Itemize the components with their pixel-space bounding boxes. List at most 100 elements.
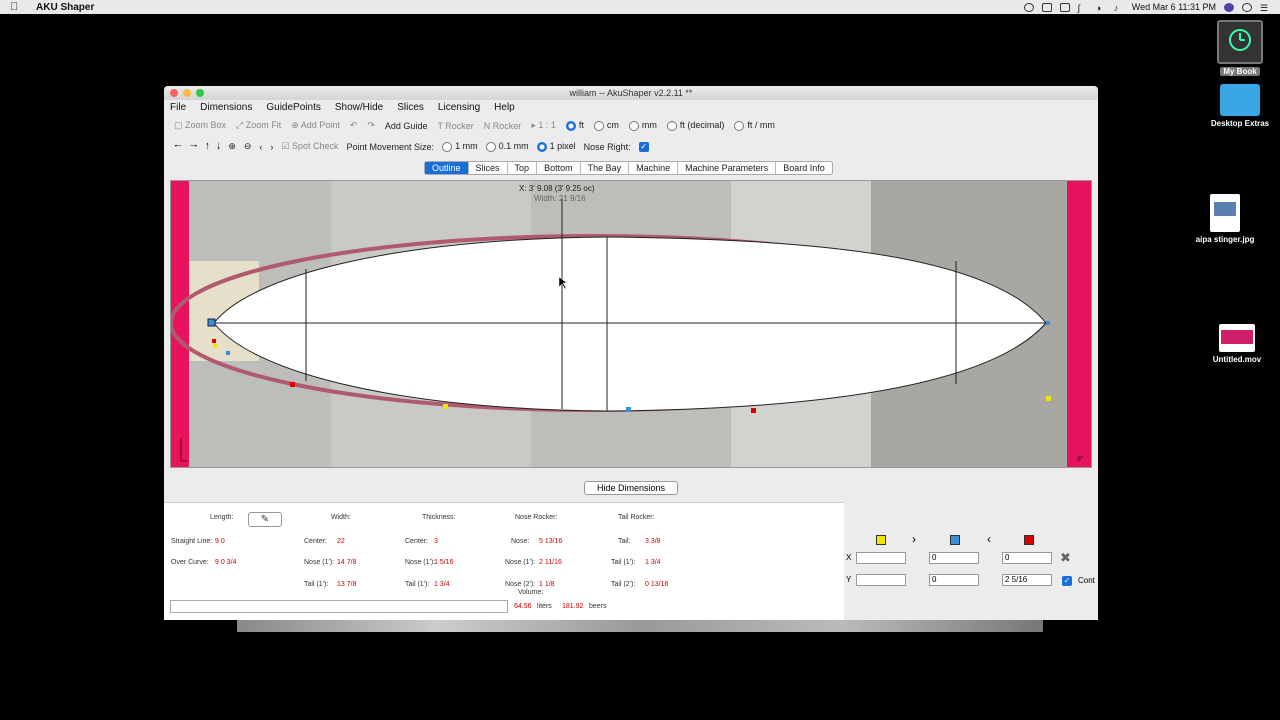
close-button[interactable]	[170, 89, 178, 97]
spotlight-icon[interactable]	[1242, 2, 1252, 12]
width-tail-value: 13 7/8	[337, 581, 357, 588]
nose-right-checkbox[interactable]: ✓	[638, 141, 649, 152]
size-1pixel-radio[interactable]: 1 pixel	[536, 141, 576, 152]
scale-button[interactable]: ▸ 1 : 1	[531, 120, 556, 131]
control-point-yellow[interactable]	[443, 404, 448, 409]
arrow-left-icon[interactable]: 🠐	[174, 139, 182, 155]
menu-guidepoints[interactable]: GuidePoints	[266, 102, 320, 113]
unit-ft-mm-radio[interactable]: ft / mm	[734, 120, 775, 131]
chevron-left-icon[interactable]: ‹	[259, 142, 262, 152]
width-center-label: Center:	[304, 538, 327, 545]
y-field-yellow[interactable]	[856, 574, 906, 586]
right-guide-bar[interactable]	[1067, 181, 1092, 468]
tab-top[interactable]: Top	[508, 162, 538, 174]
outline-drawing[interactable]	[171, 181, 1092, 468]
clear-x-icon[interactable]: ✖	[1060, 550, 1071, 566]
menu-slices[interactable]: Slices	[397, 102, 424, 113]
arrow-down-icon[interactable]: 🠓	[217, 139, 220, 155]
menu-dimensions[interactable]: Dimensions	[200, 102, 252, 113]
notification-center-icon[interactable]: ☰	[1260, 3, 1270, 13]
window-titlebar[interactable]: william -- AkuShaper v2.2.11 **	[164, 86, 1098, 100]
undo-icon[interactable]: ↶	[350, 120, 358, 131]
add-point-button[interactable]: ⊕ Add Point	[291, 120, 340, 131]
width-center-value: 22	[337, 538, 345, 545]
menu-licensing[interactable]: Licensing	[438, 102, 480, 113]
x-field-red[interactable]: 0	[1002, 552, 1052, 564]
zoom-in-icon[interactable]: ⊕	[228, 141, 236, 152]
outline-canvas[interactable]: X: 3' 9.08 (3' 9.25 oc) Width: 21 9/16 8…	[170, 180, 1092, 468]
chevron-right-icon[interactable]: ›	[912, 532, 916, 546]
chevron-right-icon[interactable]: ›	[270, 142, 273, 152]
zoom-out-icon[interactable]: ⊖	[244, 141, 252, 152]
width-nose-value: 14 7/8	[337, 559, 357, 566]
continuous-checkbox[interactable]: ✓	[1062, 576, 1072, 586]
spot-check-button[interactable]: ☑ Spot Check	[281, 141, 338, 152]
volume-icon[interactable]: ♪	[1114, 3, 1124, 13]
control-point-yellow[interactable]	[213, 344, 217, 348]
app-name[interactable]: AKU Shaper	[36, 2, 94, 13]
tab-machine-parameters[interactable]: Machine Parameters	[678, 162, 777, 174]
control-point-blue[interactable]	[1046, 321, 1050, 325]
control-point-blue[interactable]	[226, 351, 230, 355]
zoom-button[interactable]	[196, 89, 204, 97]
zoom-fit-button[interactable]: ⤢ Zoom Fit	[236, 120, 281, 131]
siri-icon[interactable]	[1224, 2, 1234, 12]
chevron-left-icon[interactable]: ‹	[987, 532, 991, 546]
control-point-blue[interactable]	[207, 318, 216, 327]
tab-slices[interactable]: Slices	[469, 162, 508, 174]
tools-icon[interactable]	[1041, 2, 1052, 12]
size-01mm-radio[interactable]: 0.1 mm	[485, 141, 529, 152]
minimize-button[interactable]	[183, 89, 191, 97]
tab-machine[interactable]: Machine	[629, 162, 679, 174]
control-point-blue[interactable]	[626, 407, 631, 412]
desktop-item-my-book[interactable]: My Book	[1214, 20, 1266, 76]
unit-ft-decimal-radio[interactable]: ft (decimal)	[666, 120, 724, 131]
desktop-item-untitled-mov[interactable]: Untitled.mov	[1202, 324, 1272, 364]
y-field-blue[interactable]: 0	[929, 574, 979, 586]
size-1mm-label: 1 mm	[455, 141, 478, 152]
bluetooth-icon[interactable]: ∫	[1078, 3, 1088, 13]
control-point-red[interactable]	[290, 382, 295, 387]
x-field-blue[interactable]: 0	[929, 552, 979, 564]
apple-icon[interactable]: 	[10, 1, 28, 13]
yellow-point-swatch[interactable]	[876, 535, 886, 545]
display-icon[interactable]	[1059, 2, 1070, 12]
record-icon[interactable]	[1023, 2, 1034, 12]
tab-outline[interactable]: Outline	[425, 162, 469, 174]
unit-cm-radio[interactable]: cm	[593, 120, 619, 131]
notes-input[interactable]	[170, 600, 508, 613]
desktop-item-desktop-extras[interactable]: Desktop Extras	[1205, 84, 1275, 128]
menu-help[interactable]: Help	[494, 102, 515, 113]
tab-bottom[interactable]: Bottom	[537, 162, 581, 174]
menu-show-hide[interactable]: Show/Hide	[335, 102, 383, 113]
add-guide-button[interactable]: Add Guide	[385, 121, 428, 131]
unit-mm-radio[interactable]: mm	[628, 120, 657, 131]
x-field-yellow[interactable]	[856, 552, 906, 564]
unit-ft-radio[interactable]: ft	[565, 120, 584, 131]
control-point-red[interactable]	[212, 339, 216, 343]
thickness-center-label: Center:	[405, 538, 428, 545]
left-guide-bar[interactable]	[171, 181, 189, 468]
edit-length-button[interactable]: ✎	[248, 512, 282, 527]
desktop-item-aipa-stinger[interactable]: aipa stinger.jpg	[1190, 194, 1260, 244]
clock[interactable]: Wed Mar 6 11:31 PM	[1132, 2, 1216, 12]
control-point-red[interactable]	[751, 408, 756, 413]
tail-rocker-2ft-label: Tail (2'):	[611, 581, 636, 588]
hide-dimensions-button[interactable]: Hide Dimensions	[584, 481, 678, 495]
akushaper-window: william -- AkuShaper v2.2.11 ** File Dim…	[164, 86, 1098, 620]
tab-the-bay[interactable]: The Bay	[581, 162, 630, 174]
control-point-yellow[interactable]	[1046, 396, 1051, 401]
arrow-up-icon[interactable]: 🠑	[206, 139, 209, 155]
wifi-icon[interactable]: ◑	[1096, 3, 1106, 13]
blue-point-swatch[interactable]	[950, 535, 960, 545]
tab-board-info[interactable]: Board Info	[776, 162, 832, 174]
redo-icon[interactable]: ↷	[367, 120, 375, 131]
n-rocker-button[interactable]: N Rocker	[484, 121, 522, 131]
red-point-swatch[interactable]	[1024, 535, 1034, 545]
menu-file[interactable]: File	[170, 102, 186, 113]
y-field-red[interactable]: 2 5/16	[1002, 574, 1052, 586]
arrow-right-icon[interactable]: 🠒	[190, 139, 198, 155]
zoom-box-button[interactable]: ▢ Zoom Box	[174, 120, 226, 131]
size-1mm-radio[interactable]: 1 mm	[442, 141, 478, 152]
t-rocker-button[interactable]: T Rocker	[437, 121, 473, 131]
